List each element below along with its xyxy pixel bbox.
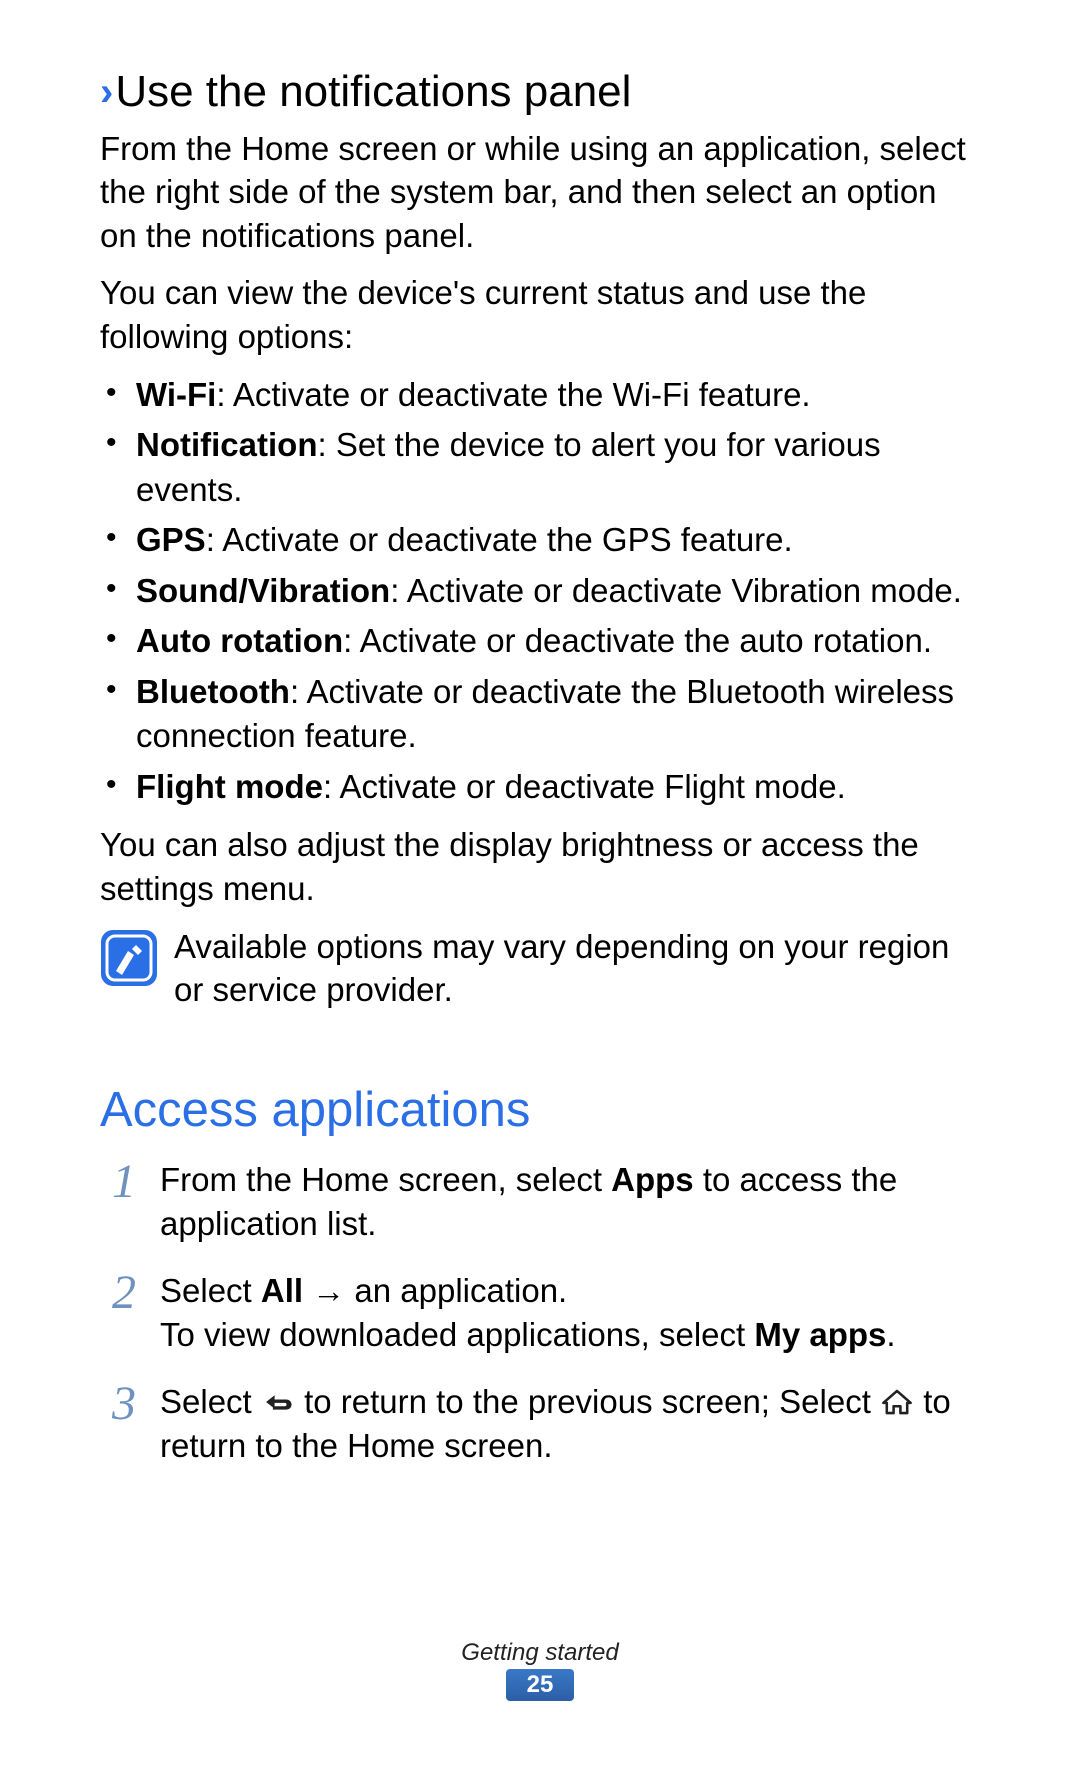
back-icon: [261, 1387, 295, 1417]
options-list: Wi-Fi: Activate or deactivate the Wi-Fi …: [100, 373, 980, 810]
intro-paragraph-1: From the Home screen or while using an a…: [100, 127, 980, 258]
chevron-icon: ›: [100, 70, 113, 114]
option-bluetooth: Bluetooth: Activate or deactivate the Bl…: [100, 670, 980, 759]
option-notification: Notification: Set the device to alert yo…: [100, 423, 980, 512]
subheading-text: Use the notifications panel: [115, 67, 631, 116]
step-1: 1 From the Home screen, select Apps to a…: [100, 1158, 980, 1247]
option-flight-mode: Flight mode: Activate or deactivate Flig…: [100, 765, 980, 810]
option-wifi: Wi-Fi: Activate or deactivate the Wi-Fi …: [100, 373, 980, 418]
option-auto-rotation: Auto rotation: Activate or deactivate th…: [100, 619, 980, 664]
steps-list: 1 From the Home screen, select Apps to a…: [100, 1158, 980, 1469]
section-heading: Access applications: [100, 1082, 980, 1138]
step-3: 3 Select to return to the previous scree…: [100, 1380, 980, 1469]
step-number: 3: [100, 1372, 148, 1437]
page-footer: Getting started 25: [0, 1639, 1080, 1701]
note-icon: [100, 929, 158, 987]
subheading: ›Use the notifications panel: [100, 66, 980, 119]
home-icon: [880, 1387, 914, 1417]
step-2: 2 Select All → an application. To view d…: [100, 1269, 980, 1358]
document-page: ›Use the notifications panel From the Ho…: [0, 0, 1080, 1771]
footer-section-name: Getting started: [0, 1639, 1080, 1667]
option-sound-vibration: Sound/Vibration: Activate or deactivate …: [100, 569, 980, 614]
option-gps: GPS: Activate or deactivate the GPS feat…: [100, 518, 980, 563]
after-options-paragraph: You can also adjust the display brightne…: [100, 823, 980, 910]
intro-paragraph-2: You can view the device's current status…: [100, 271, 980, 358]
page-number-badge: 25: [506, 1669, 574, 1701]
step-number: 2: [100, 1261, 148, 1326]
step-number: 1: [100, 1150, 148, 1215]
note-block: Available options may vary depending on …: [100, 925, 980, 1012]
note-text: Available options may vary depending on …: [174, 925, 980, 1012]
